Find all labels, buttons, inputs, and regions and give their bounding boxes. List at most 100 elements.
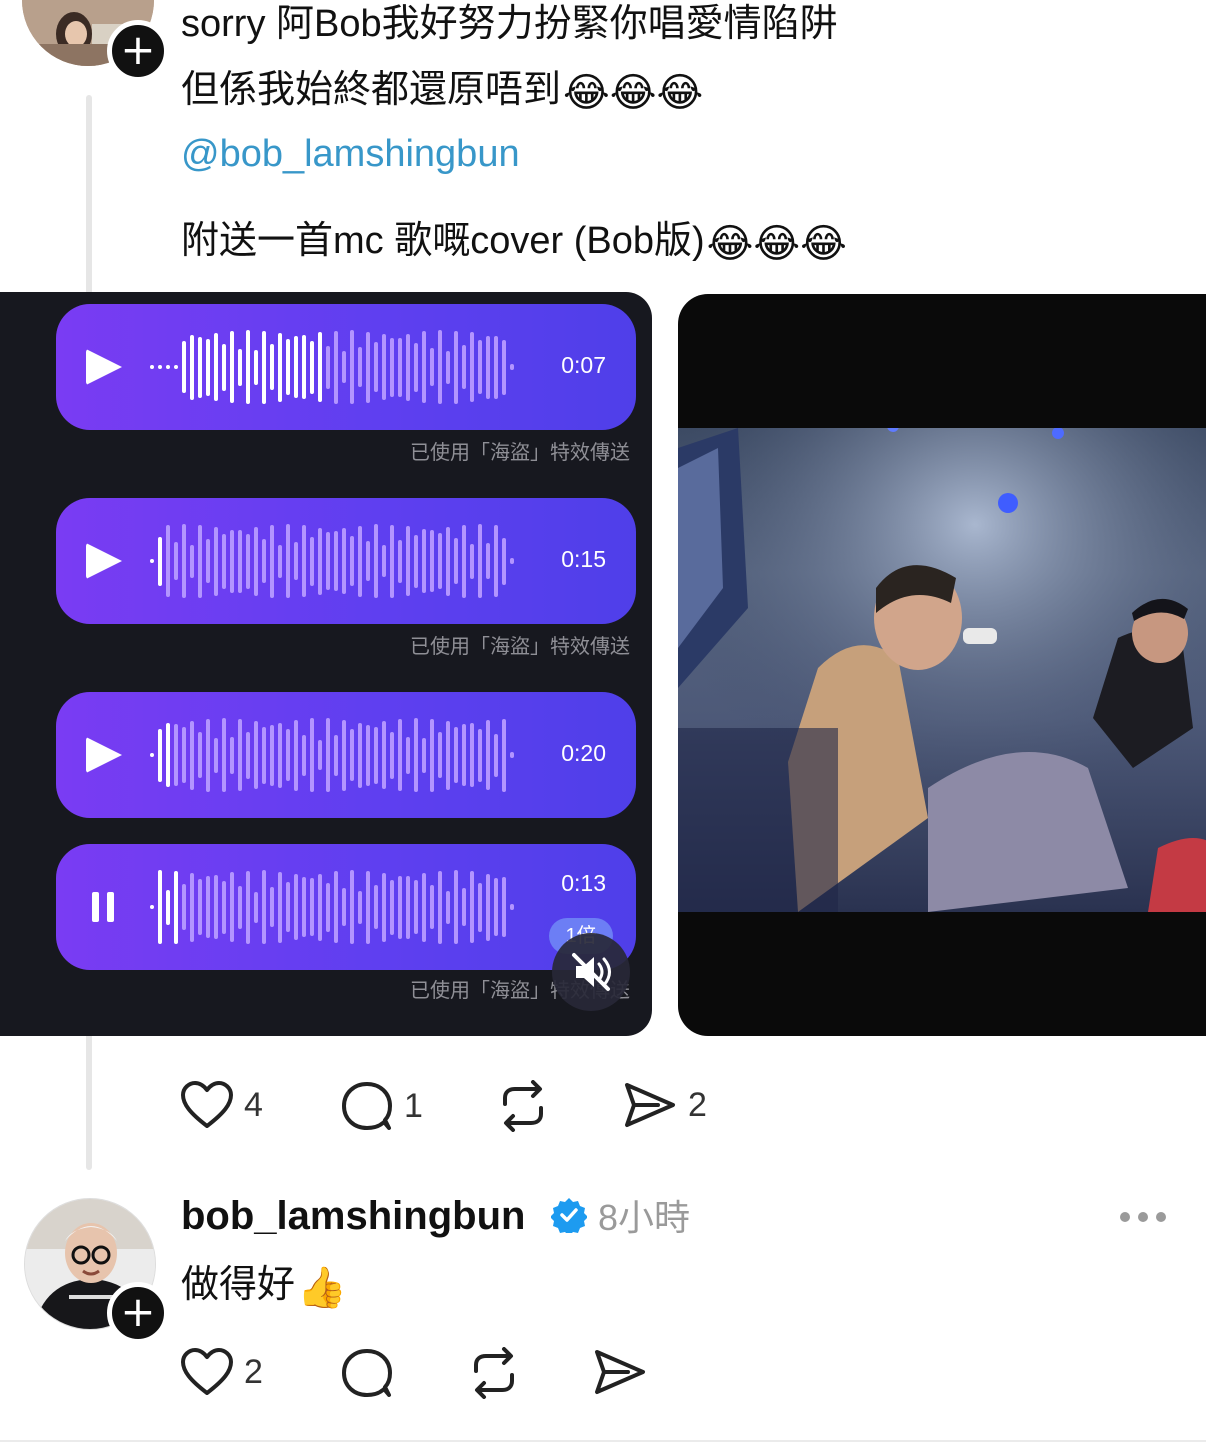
waveform-bar	[246, 731, 250, 779]
waveform-bar	[334, 531, 338, 591]
play-icon[interactable]	[86, 737, 122, 773]
pause-icon[interactable]	[92, 892, 114, 922]
post-text-line: sorry 阿Bob我好努力扮緊你唱愛情陷阱	[181, 3, 838, 45]
waveform-bar	[206, 718, 210, 792]
waveform-bar	[454, 870, 458, 944]
share-action[interactable]	[592, 1347, 648, 1397]
waveform-bar	[254, 349, 258, 385]
waveform-bar	[422, 331, 426, 403]
waveform-bar	[342, 351, 346, 383]
play-icon[interactable]	[86, 543, 122, 579]
mention-link[interactable]: @bob_lamshingbun	[181, 128, 520, 180]
waveform-bar	[270, 887, 274, 927]
voice-caption: 已使用「海盜」特效傳送	[410, 442, 630, 464]
waveform-bar	[150, 905, 154, 909]
waveform-bar	[470, 723, 474, 787]
comment-icon	[342, 1082, 392, 1130]
waveform-bar	[190, 334, 194, 400]
repost-icon	[503, 1080, 543, 1132]
follow-plus-button[interactable]: +	[107, 20, 169, 82]
verified-badge-icon	[551, 1198, 587, 1233]
waveform-bar	[478, 728, 482, 782]
waveform-bar	[350, 870, 354, 944]
waveform-bar	[326, 882, 330, 932]
waveform-bar	[398, 539, 402, 583]
waveform-bar	[502, 877, 506, 937]
repost-icon	[474, 1347, 514, 1399]
like-action[interactable]: 4	[180, 1080, 263, 1130]
share-count: 2	[688, 1086, 707, 1124]
media-video[interactable]	[678, 294, 1206, 1036]
waveform-bar	[446, 350, 450, 384]
mute-button[interactable]	[552, 933, 630, 1011]
waveform-bar	[326, 345, 330, 389]
waveform-bar	[182, 727, 186, 783]
waveform-bar	[302, 877, 306, 937]
waveform-bar	[438, 533, 442, 589]
waveform-bar	[278, 544, 282, 578]
waveform-bar	[454, 727, 458, 783]
waveform-bar	[198, 524, 202, 598]
waveform-bar	[446, 720, 450, 790]
waveform-bar	[342, 528, 346, 594]
waveform-bar	[374, 342, 378, 392]
waveform-bar	[374, 885, 378, 929]
waveform-bar	[334, 871, 338, 943]
waveform-bar	[302, 335, 306, 399]
voice-message[interactable]: 0:13 1倍	[56, 844, 636, 970]
waveform-bar	[174, 870, 178, 944]
comment-count: 1	[404, 1087, 423, 1125]
heart-icon	[181, 1348, 233, 1395]
voice-message[interactable]: 0:07	[56, 304, 636, 430]
waveform	[150, 518, 530, 604]
share-action[interactable]: 2	[622, 1080, 707, 1130]
waveform-bar	[326, 718, 330, 792]
send-icon	[625, 1083, 675, 1127]
waveform-bar	[270, 524, 274, 598]
comment-action[interactable]	[340, 1347, 394, 1399]
waveform-bar	[190, 872, 194, 942]
waveform-bar	[406, 875, 410, 939]
repost-action[interactable]	[466, 1347, 522, 1399]
more-options-icon[interactable]	[1116, 1205, 1170, 1229]
waveform-bar	[198, 879, 202, 935]
voice-message[interactable]: 0:20	[56, 692, 636, 818]
waveform-bar	[358, 525, 362, 597]
waveform-bar	[366, 724, 370, 786]
play-icon[interactable]	[86, 349, 122, 385]
laughing-emoji: 😂😂😂	[563, 71, 704, 115]
like-action[interactable]: 2	[180, 1347, 263, 1397]
waveform-bar	[182, 524, 186, 598]
waveform-bar	[366, 541, 370, 581]
waveform-bar	[174, 724, 178, 786]
waveform-bar	[310, 340, 314, 394]
waveform-bar	[390, 879, 394, 935]
waveform	[150, 324, 530, 410]
waveform-bar	[286, 524, 290, 598]
waveform-bar	[430, 348, 434, 386]
waveform-bar	[230, 872, 234, 942]
waveform-bar	[494, 525, 498, 597]
waveform-bar	[414, 342, 418, 392]
waveform-bar	[254, 721, 258, 789]
waveform-bar	[414, 718, 418, 792]
username-link[interactable]: bob_lamshingbun	[181, 1188, 525, 1244]
waveform-bar	[238, 885, 242, 929]
repost-action[interactable]	[495, 1080, 551, 1132]
waveform-bar	[286, 882, 290, 932]
waveform-bar	[510, 752, 514, 758]
waveform-bar	[342, 719, 346, 791]
voice-message[interactable]: 0:15	[56, 498, 636, 624]
waveform-bar	[206, 876, 210, 938]
like-count: 2	[244, 1353, 263, 1391]
waveform-bar	[230, 529, 234, 593]
waveform-bar	[382, 545, 386, 577]
comment-icon	[342, 1349, 392, 1397]
waveform-bar	[414, 534, 418, 588]
waveform-bar	[262, 330, 266, 404]
reply-text: 做得好👍	[181, 1256, 347, 1317]
comment-action[interactable]: 1	[340, 1080, 423, 1132]
follow-plus-button[interactable]: +	[107, 1282, 169, 1344]
waveform-bar	[454, 330, 458, 404]
muted-speaker-icon	[572, 953, 611, 991]
